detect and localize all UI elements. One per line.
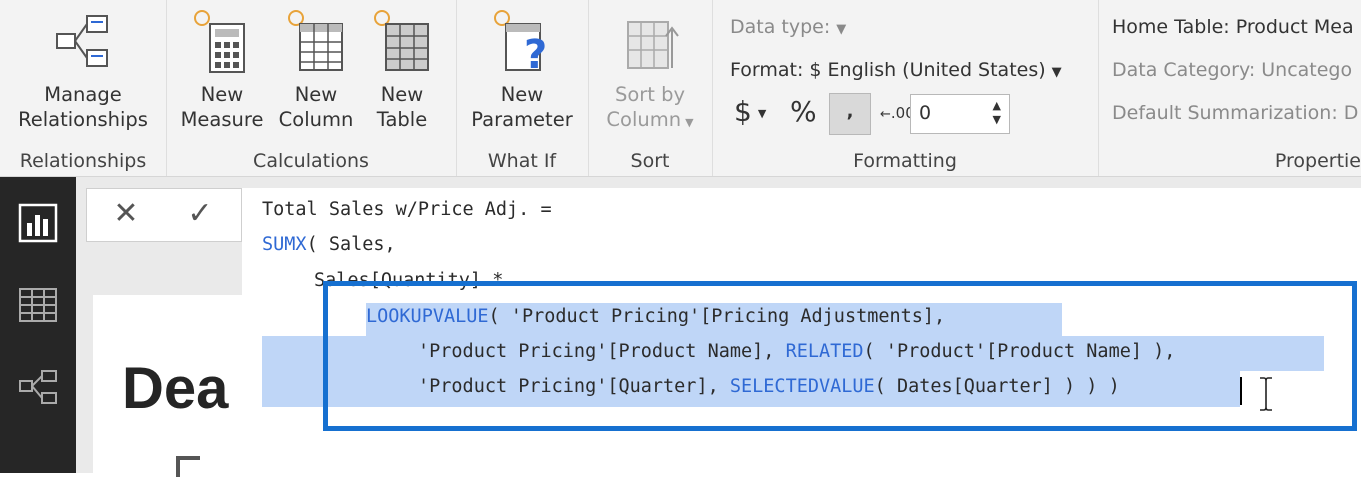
decimal-places-input[interactable]: 0 ▲ ▼ [910, 94, 1010, 134]
data-category-dropdown[interactable]: Data Category: Uncatego [1112, 59, 1352, 81]
default-summarization-dropdown[interactable]: Default Summarization: D [1112, 102, 1358, 124]
properties-group-label: Propertie [1274, 150, 1361, 172]
cancel-formula-button[interactable]: ✕ [107, 195, 145, 233]
report-view-icon[interactable] [16, 201, 60, 245]
new-parameter-label-1: New [500, 83, 544, 106]
annotation-highlight-box [323, 281, 1357, 431]
what-if-group: ? New Parameter What If [456, 0, 589, 176]
canvas-title-fragment: Dea [122, 356, 229, 421]
visual-corner-marker [176, 456, 200, 477]
ribbon: Manage Relationships Relationships New M… [0, 0, 1361, 177]
decimal-places-value: 0 [919, 102, 932, 124]
currency-button[interactable]: $ ▼ [734, 95, 766, 128]
new-parameter-button[interactable]: ? New Parameter [462, 6, 582, 132]
sort-by-label-2: Column ▼ [606, 108, 694, 131]
model-view-icon[interactable] [16, 365, 60, 409]
commit-formula-button[interactable]: ✓ [181, 195, 219, 233]
formatting-group-label: Formatting [853, 150, 957, 172]
sort-by-column-button[interactable]: Sort by Column ▼ [594, 6, 706, 135]
new-table-label-1: New [380, 83, 424, 106]
comma-style-button[interactable]: , [829, 93, 871, 135]
formula-line-1: Total Sales w/Price Adj. = [262, 199, 552, 220]
home-table-dropdown[interactable]: Home Table: Product Mea [1112, 16, 1354, 38]
new-table-label-2: Table [376, 108, 428, 131]
calculations-group: New Measure New Column New Table Calcula… [166, 0, 457, 176]
decimal-spinner-arrows[interactable]: ▲ ▼ [993, 99, 1001, 127]
new-measure-label-1: New [200, 83, 244, 106]
new-column-icon [288, 10, 343, 71]
new-measure-label-2: Measure [180, 108, 264, 131]
new-table-icon [374, 10, 429, 71]
svg-text:?: ? [524, 32, 547, 78]
manage-relationships-button[interactable]: Manage Relationships [8, 6, 158, 132]
new-measure-button[interactable]: New Measure [176, 6, 268, 132]
new-measure-icon [194, 10, 245, 73]
formatting-group: Data type: ▼ Format: $ English (United St… [712, 0, 1099, 176]
percent-button[interactable]: % [790, 95, 817, 128]
properties-group: Home Table: Product Mea Data Category: U… [1098, 0, 1361, 176]
sumx-function: SUMX [262, 234, 307, 255]
new-table-button[interactable]: New Table [362, 6, 442, 132]
what-if-group-label: What If [487, 150, 557, 172]
sort-group-label: Sort [630, 150, 670, 172]
sort-by-label-1: Sort by [614, 83, 686, 106]
new-parameter-icon: ? [494, 10, 547, 78]
formula-line-2: SUMX( Sales, [262, 234, 396, 255]
formula-bar-buttons: ✕ ✓ [86, 188, 242, 242]
new-column-button[interactable]: New Column [270, 6, 362, 132]
new-column-label-2: Column [278, 108, 354, 131]
new-parameter-label-2: Parameter [471, 108, 573, 131]
manage-label-2: Relationships [18, 108, 148, 131]
sort-group: Sort by Column ▼ Sort [588, 0, 713, 176]
manage-label-1: Manage [44, 83, 122, 106]
format-dropdown[interactable]: Format: $ English (United States) ▼ [730, 59, 1062, 81]
data-type-dropdown[interactable]: Data type: ▼ [730, 16, 846, 38]
new-column-label-1: New [294, 83, 338, 106]
relationships-group: Manage Relationships Relationships [0, 0, 167, 176]
sort-by-column-icon [627, 21, 679, 69]
data-view-icon[interactable] [16, 283, 60, 327]
left-nav [0, 177, 76, 473]
relationships-group-label: Relationships [19, 150, 147, 172]
calculations-group-label: Calculations [253, 150, 369, 172]
manage-relationships-icon [56, 15, 108, 67]
